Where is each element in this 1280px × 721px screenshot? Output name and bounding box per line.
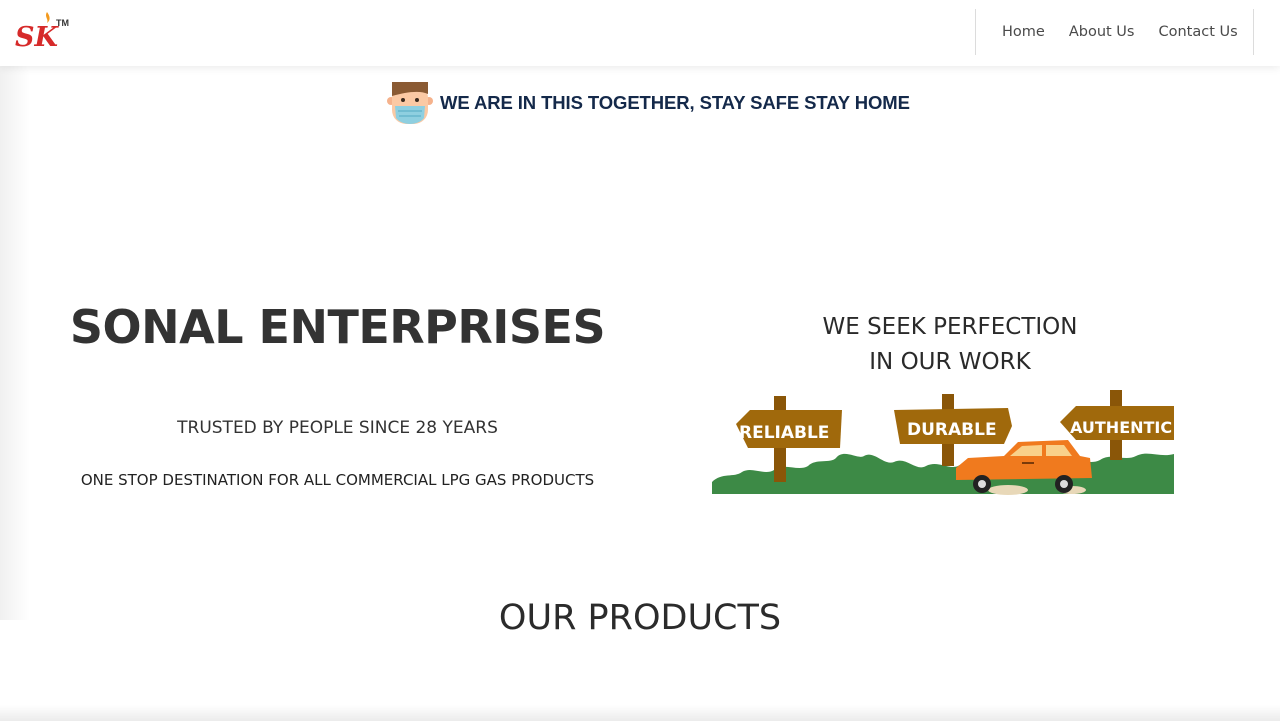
logo-trademark: TM [56, 18, 69, 28]
tagline-line-2: IN OUR WORK [869, 349, 1031, 375]
hero-description: ONE STOP DESTINATION FOR ALL COMMERCIAL … [80, 471, 595, 489]
main-nav: Home About Us Contact Us [990, 22, 1250, 42]
nav-link-home[interactable]: Home [990, 22, 1057, 42]
banner-text: WE ARE IN THIS TOGETHER, STAY SAFE STAY … [440, 92, 910, 113]
sign-label-durable: DURABLE [907, 420, 997, 440]
stay-safe-banner: WE ARE IN THIS TOGETHER, STAY SAFE STAY … [386, 78, 910, 128]
signposts-illustration: RELIABLE DURABLE AUTHENTIC [712, 390, 1174, 495]
nav-link-contact-us[interactable]: Contact Us [1146, 22, 1249, 42]
site-header: SK TM Home About Us Contact Us [0, 0, 1280, 66]
bottom-shadow [0, 705, 1280, 721]
sign-label-authentic: AUTHENTIC [1070, 418, 1172, 437]
nav-divider-right [1253, 9, 1254, 55]
sign-label-reliable: RELIABLE [739, 423, 829, 443]
tagline: WE SEEK PERFECTION IN OUR WORK [760, 310, 1140, 380]
side-shadow [0, 60, 30, 620]
nav-divider-left [975, 9, 976, 55]
logo-text: SK [15, 22, 59, 52]
sk-logo[interactable]: SK TM [14, 10, 70, 52]
masked-face-icon [387, 82, 433, 124]
hero-subtitle: TRUSTED BY PEOPLE SINCE 28 YEARS [177, 418, 498, 438]
products-heading: OUR PRODUCTS [498, 598, 782, 638]
page: SK TM Home About Us Contact Us WE ARE IN… [0, 0, 1280, 721]
tagline-line-1: WE SEEK PERFECTION [822, 314, 1078, 340]
nav-link-about-us[interactable]: About Us [1057, 22, 1147, 42]
hero-title: SONAL ENTERPRISES [69, 300, 606, 354]
